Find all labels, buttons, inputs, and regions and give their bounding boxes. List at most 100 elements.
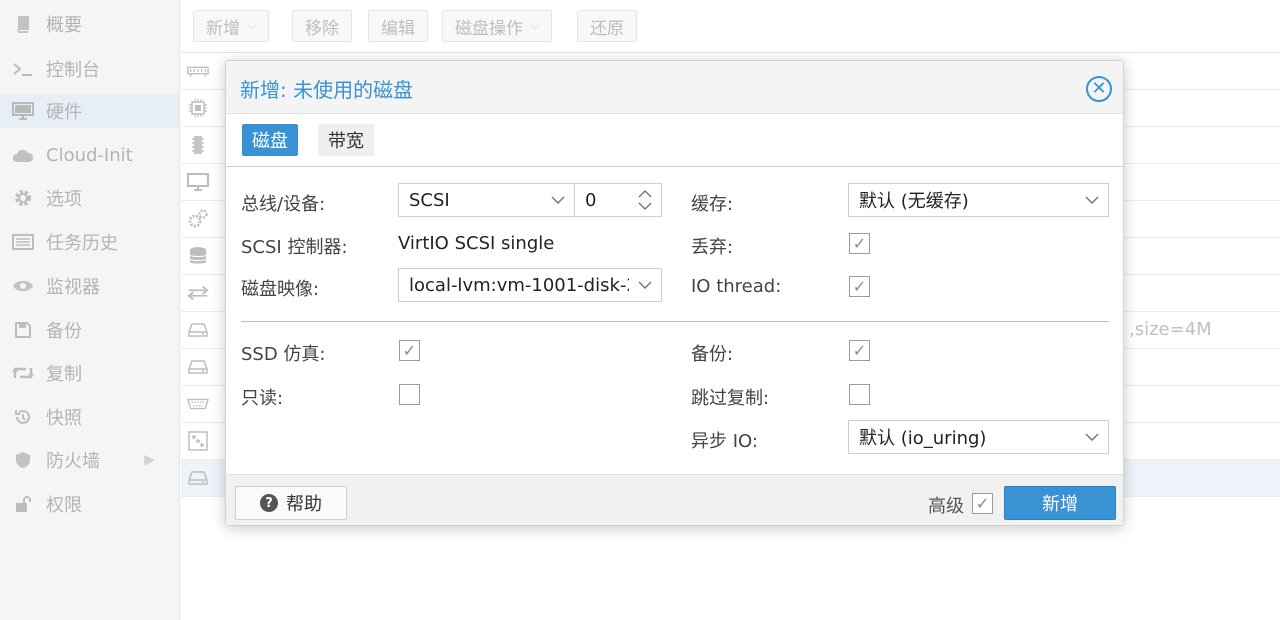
gear-icon: [0, 189, 46, 207]
dialog-title: 新增: 未使用的磁盘: [240, 78, 414, 102]
readonly-label: 只读:: [241, 388, 284, 409]
advanced-label: 高级: [928, 496, 964, 517]
add-disk-dialog: 新增: 未使用的磁盘 ✕ 磁盘 带宽 总线/设备: SCSI 0 SCSI 控制…: [225, 60, 1124, 526]
sidebar-item-backup[interactable]: 备份: [0, 313, 179, 347]
hdd-icon: [187, 357, 209, 377]
bus-select[interactable]: SCSI: [398, 183, 575, 217]
memory-icon: [187, 61, 209, 81]
readonly-checkbox[interactable]: [399, 384, 420, 405]
ssd-emulation-label: SSD 仿真:: [241, 344, 326, 365]
database-icon: [187, 246, 209, 266]
list-icon: [0, 234, 46, 250]
io-thread-label: IO thread:: [691, 276, 782, 297]
sidebar-item-console[interactable]: 控制台: [0, 52, 179, 86]
sidebar: 概要 控制台 硬件 Cloud-Init 选项 任务历史 监视器 备份 复制 快…: [0, 0, 180, 620]
ssd-emulation-checkbox[interactable]: ✓: [399, 340, 420, 361]
sidebar-item-permissions[interactable]: 权限: [0, 487, 179, 521]
add-button-label: 新增: [1042, 494, 1078, 515]
io-thread-checkbox[interactable]: ✓: [849, 276, 870, 297]
add-button[interactable]: 新增: [1004, 486, 1116, 520]
advanced-checkbox[interactable]: ✓: [972, 493, 993, 514]
close-icon[interactable]: ✕: [1086, 76, 1112, 102]
sidebar-item-summary[interactable]: 概要: [0, 7, 179, 41]
help-button-label: 帮助: [286, 494, 322, 515]
book-icon: [0, 15, 46, 33]
disk-action-menu-button[interactable]: 磁盘操作 ⌵: [442, 10, 553, 42]
grid-cell-value: ,size=4M: [1129, 319, 1212, 340]
sidebar-item-label: 备份: [46, 321, 82, 342]
hdd-icon: [187, 468, 209, 488]
chevron-down-icon[interactable]: [1076, 421, 1108, 453]
sidebar-item-label: Cloud-Init: [46, 144, 133, 166]
sidebar-item-cloud-init[interactable]: Cloud-Init: [0, 138, 179, 172]
sidebar-item-monitor[interactable]: 监视器: [0, 269, 179, 303]
discard-label: 丢弃:: [691, 237, 734, 258]
sidebar-item-label: 权限: [46, 495, 82, 516]
add-menu-button[interactable]: 新增 ⌵: [193, 10, 270, 42]
sidebar-item-label: 任务历史: [46, 233, 118, 254]
disk-action-label: 磁盘操作: [455, 18, 523, 39]
backup-label: 备份:: [691, 344, 734, 365]
backup-checkbox[interactable]: ✓: [849, 340, 870, 361]
disk-image-value: local-lvm:vm-1001-disk-2: [409, 274, 638, 296]
serial-port-icon: [187, 394, 209, 414]
dice-icon: [187, 431, 209, 451]
sidebar-item-firewall[interactable]: 防火墙 ▶: [0, 443, 179, 477]
hdd-icon: [187, 320, 209, 340]
sidebar-item-task-history[interactable]: 任务历史: [0, 225, 179, 259]
history-icon: [0, 408, 46, 426]
cache-select[interactable]: 默认 (无缓存): [848, 183, 1109, 217]
discard-checkbox[interactable]: ✓: [849, 233, 870, 254]
sidebar-item-label: 防火墙: [46, 451, 100, 472]
sidebar-item-label: 选项: [46, 189, 82, 210]
eye-icon: [0, 279, 46, 293]
skip-replication-checkbox[interactable]: [849, 384, 870, 405]
chevron-down-icon[interactable]: [629, 269, 661, 301]
dialog-header: 新增: 未使用的磁盘 ✕: [226, 61, 1123, 114]
async-io-value: 默认 (io_uring): [859, 428, 987, 449]
remove-button[interactable]: 移除: [292, 10, 352, 42]
sidebar-item-replication[interactable]: 复制: [0, 356, 179, 390]
dialog-tabbar: 磁盘 带宽: [226, 114, 1123, 167]
sidebar-item-label: 概要: [46, 15, 82, 36]
chevron-down-icon: ⌵: [531, 19, 540, 32]
chevron-down-icon[interactable]: [1076, 184, 1108, 216]
revert-label: 还原: [590, 18, 624, 39]
bus-select-value: SCSI: [409, 189, 450, 211]
add-menu-label: 新增: [206, 18, 240, 39]
question-circle-icon: ?: [260, 494, 278, 512]
unlock-icon: [0, 495, 46, 513]
floppy-icon: [0, 321, 46, 339]
device-number-stepper[interactable]: 0: [574, 183, 662, 217]
edit-button[interactable]: 编辑: [368, 10, 428, 42]
chevron-down-icon[interactable]: [542, 184, 574, 216]
stepper-arrows-icon[interactable]: [629, 184, 661, 216]
tab-bandwidth[interactable]: 带宽: [318, 124, 374, 156]
bus-device-label: 总线/设备:: [241, 194, 326, 215]
display-icon: [187, 172, 209, 192]
help-button[interactable]: ? 帮助: [235, 486, 347, 520]
terminal-icon: [0, 61, 46, 77]
machine-gears-icon: [187, 209, 209, 229]
exchange-icon: [187, 283, 209, 303]
chevron-right-icon[interactable]: ▶: [144, 452, 155, 468]
sidebar-item-options[interactable]: 选项: [0, 181, 179, 215]
cpu-icon: [187, 98, 209, 118]
sidebar-item-hardware[interactable]: 硬件: [0, 94, 179, 128]
sidebar-item-label: 控制台: [46, 60, 100, 81]
shield-icon: [0, 451, 46, 469]
bios-chip-icon: [187, 135, 209, 155]
sidebar-item-label: 硬件: [46, 102, 82, 123]
sidebar-item-snapshots[interactable]: 快照: [0, 400, 179, 434]
revert-button[interactable]: 还原: [577, 10, 637, 42]
cloud-icon: [0, 147, 46, 163]
cache-label: 缓存:: [691, 194, 734, 215]
tab-disk[interactable]: 磁盘: [242, 124, 298, 156]
retweet-icon: [0, 365, 46, 381]
cache-value: 默认 (无缓存): [859, 191, 969, 212]
async-io-select[interactable]: 默认 (io_uring): [848, 420, 1109, 454]
disk-image-label: 磁盘映像:: [241, 279, 320, 300]
async-io-label: 异步 IO:: [691, 431, 758, 452]
disk-image-select[interactable]: local-lvm:vm-1001-disk-2: [398, 268, 662, 302]
remove-label: 移除: [305, 18, 339, 39]
